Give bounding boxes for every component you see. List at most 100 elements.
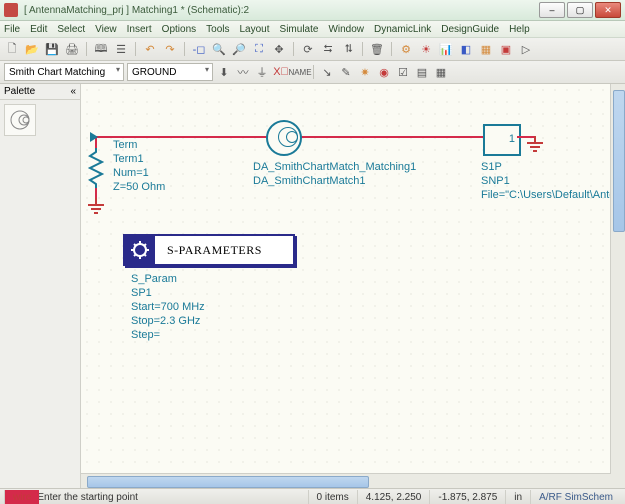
maximize-button[interactable]: ▢ xyxy=(567,2,593,18)
menu-view[interactable]: View xyxy=(95,24,117,35)
palette-body xyxy=(0,100,80,140)
menu-edit[interactable]: Edit xyxy=(30,24,47,35)
close-button[interactable]: ✕ xyxy=(595,2,621,18)
menu-simulate[interactable]: Simulate xyxy=(280,24,319,35)
menu-window[interactable]: Window xyxy=(328,24,364,35)
palette-select[interactable]: Smith Chart Matching xyxy=(4,63,124,81)
menubar: File Edit Select View Insert Options Too… xyxy=(0,21,625,38)
open-icon[interactable]: 📂 xyxy=(24,41,40,57)
app-icon xyxy=(4,3,18,17)
separator xyxy=(135,42,136,56)
ground-icon xyxy=(86,198,106,214)
zoom-fit-icon[interactable]: ⛶ xyxy=(251,41,267,57)
term-port-icon xyxy=(90,132,98,142)
rotate-icon[interactable]: ⟳ xyxy=(300,41,316,57)
redo-icon[interactable]: ↷ xyxy=(162,41,178,57)
hierarchy-icon[interactable]: ▣ xyxy=(498,41,514,57)
mirror-h-icon[interactable]: ⮀ xyxy=(320,41,336,57)
main-area: Palette « Term Term1 N xyxy=(0,84,625,488)
scrollbar-thumb[interactable] xyxy=(613,90,625,232)
separator xyxy=(184,42,185,56)
new-icon[interactable]: 🗋 xyxy=(4,41,20,57)
layers-icon[interactable]: ▤ xyxy=(414,64,430,80)
scrollbar-corner xyxy=(611,474,625,488)
layout-icon[interactable]: ▦ xyxy=(433,64,449,80)
toolbar-secondary: Smith Chart Matching GROUND ⬇ 〰 ⏚ X⃒ NAM… xyxy=(0,61,625,84)
save-icon[interactable]: 💾 xyxy=(44,41,60,57)
titlebar: [ AntennaMatching_prj ] Matching1 * (Sch… xyxy=(0,0,625,21)
statusbar: Select: Enter the starting point 0 items… xyxy=(0,488,625,504)
status-mode: wire xyxy=(4,490,39,504)
checkbox-icon[interactable]: ☑ xyxy=(395,64,411,80)
place-icon[interactable]: ⬇ xyxy=(216,64,232,80)
palette-collapse-icon[interactable]: « xyxy=(70,86,76,97)
palette-label: Palette xyxy=(4,86,35,97)
smith-label[interactable]: DA_SmithChartMatch_Matching1 DA_SmithCha… xyxy=(253,160,416,188)
tune-icon[interactable]: ☀ xyxy=(418,41,434,57)
resistor-icon xyxy=(88,148,104,188)
dds-icon[interactable]: ◧ xyxy=(458,41,474,57)
status-units: in xyxy=(505,490,530,504)
record-icon[interactable]: ◉ xyxy=(376,64,392,80)
separator xyxy=(86,42,87,56)
sparams-label[interactable]: S_Param SP1 Start=700 MHz Stop=2.3 GHz S… xyxy=(131,272,205,342)
scrollbar-thumb[interactable] xyxy=(87,476,369,488)
simulate-icon[interactable]: ⚙ xyxy=(398,41,414,57)
ground-icon xyxy=(525,136,545,152)
zoom-dec-icon[interactable]: -◻ xyxy=(191,41,207,57)
star-icon[interactable]: ✷ xyxy=(357,64,373,80)
minimize-button[interactable]: – xyxy=(539,2,565,18)
zoom-in-icon[interactable]: 🔍 xyxy=(211,41,227,57)
push-icon[interactable]: ▷ xyxy=(518,41,534,57)
pan-icon[interactable]: ✥ xyxy=(271,41,287,57)
palette-title: Palette « xyxy=(0,84,80,100)
display-icon[interactable]: 📊 xyxy=(438,41,454,57)
component-select[interactable]: GROUND xyxy=(127,63,213,81)
mirror-v-icon[interactable]: ⮁ xyxy=(340,41,356,57)
name-icon[interactable]: NAME xyxy=(292,64,308,80)
menu-options[interactable]: Options xyxy=(162,24,196,35)
delete-icon[interactable]: 🗑 xyxy=(369,41,385,57)
gnd-icon[interactable]: ⏚ xyxy=(254,64,270,80)
undo-icon[interactable]: ↶ xyxy=(142,41,158,57)
library-icon[interactable]: 🕮 xyxy=(93,41,109,57)
menu-insert[interactable]: Insert xyxy=(127,24,152,35)
schematic-canvas[interactable]: Term Term1 Num=1 Z=50 Ohm DA_SmithChartM… xyxy=(81,84,625,488)
move-icon[interactable]: ↘ xyxy=(319,64,335,80)
tree-icon[interactable]: ☰ xyxy=(113,41,129,57)
canvas-wrap: Term Term1 Num=1 Z=50 Ohm DA_SmithChartM… xyxy=(81,84,625,488)
print-icon[interactable]: 🖨 xyxy=(64,41,80,57)
status-coord2: -1.875, 2.875 xyxy=(429,490,505,504)
menu-help[interactable]: Help xyxy=(509,24,530,35)
vars-icon[interactable]: ▦ xyxy=(478,41,494,57)
menu-dynamiclink[interactable]: DynamicLink xyxy=(374,24,431,35)
scrollbar-horizontal[interactable] xyxy=(81,473,611,488)
status-items: 0 items xyxy=(308,490,357,504)
menu-select[interactable]: Select xyxy=(57,24,85,35)
edit-icon[interactable]: ✎ xyxy=(338,64,354,80)
wire-icon[interactable]: 〰 xyxy=(235,64,251,80)
separator xyxy=(391,42,392,56)
term-label[interactable]: Term Term1 Num=1 Z=50 Ohm xyxy=(113,138,165,194)
wire[interactable] xyxy=(95,188,97,198)
sparams-controller[interactable]: S-PARAMETERS xyxy=(123,234,295,266)
palette-item-smith[interactable] xyxy=(4,104,36,136)
abc-icon[interactable]: X⃒ xyxy=(273,64,289,80)
gear-icon xyxy=(125,236,155,264)
status-coord1: 4.125, 2.250 xyxy=(357,490,430,504)
scrollbar-vertical[interactable] xyxy=(610,84,625,474)
sparams-title: S-PARAMETERS xyxy=(167,243,262,258)
menu-file[interactable]: File xyxy=(4,24,20,35)
smith-icon xyxy=(9,109,31,131)
snp-port-label: 1 xyxy=(509,133,515,145)
separator xyxy=(313,65,314,79)
zoom-out-icon[interactable]: 🔎 xyxy=(231,41,247,57)
status-space: A/RF SimSchem xyxy=(530,490,621,504)
menu-tools[interactable]: Tools xyxy=(206,24,229,35)
snp-component[interactable]: 1 xyxy=(483,124,521,156)
toolbar-main: 🗋 📂 💾 🖨 🕮 ☰ ↶ ↷ -◻ 🔍 🔎 ⛶ ✥ ⟳ ⮀ ⮁ 🗑 ⚙ ☀ 📊… xyxy=(0,38,625,61)
menu-designguide[interactable]: DesignGuide xyxy=(441,24,499,35)
snp-label[interactable]: S1P SNP1 File="C:\Users\Default\Ante xyxy=(481,160,615,202)
menu-layout[interactable]: Layout xyxy=(240,24,270,35)
smith-chart-icon[interactable] xyxy=(266,120,302,156)
